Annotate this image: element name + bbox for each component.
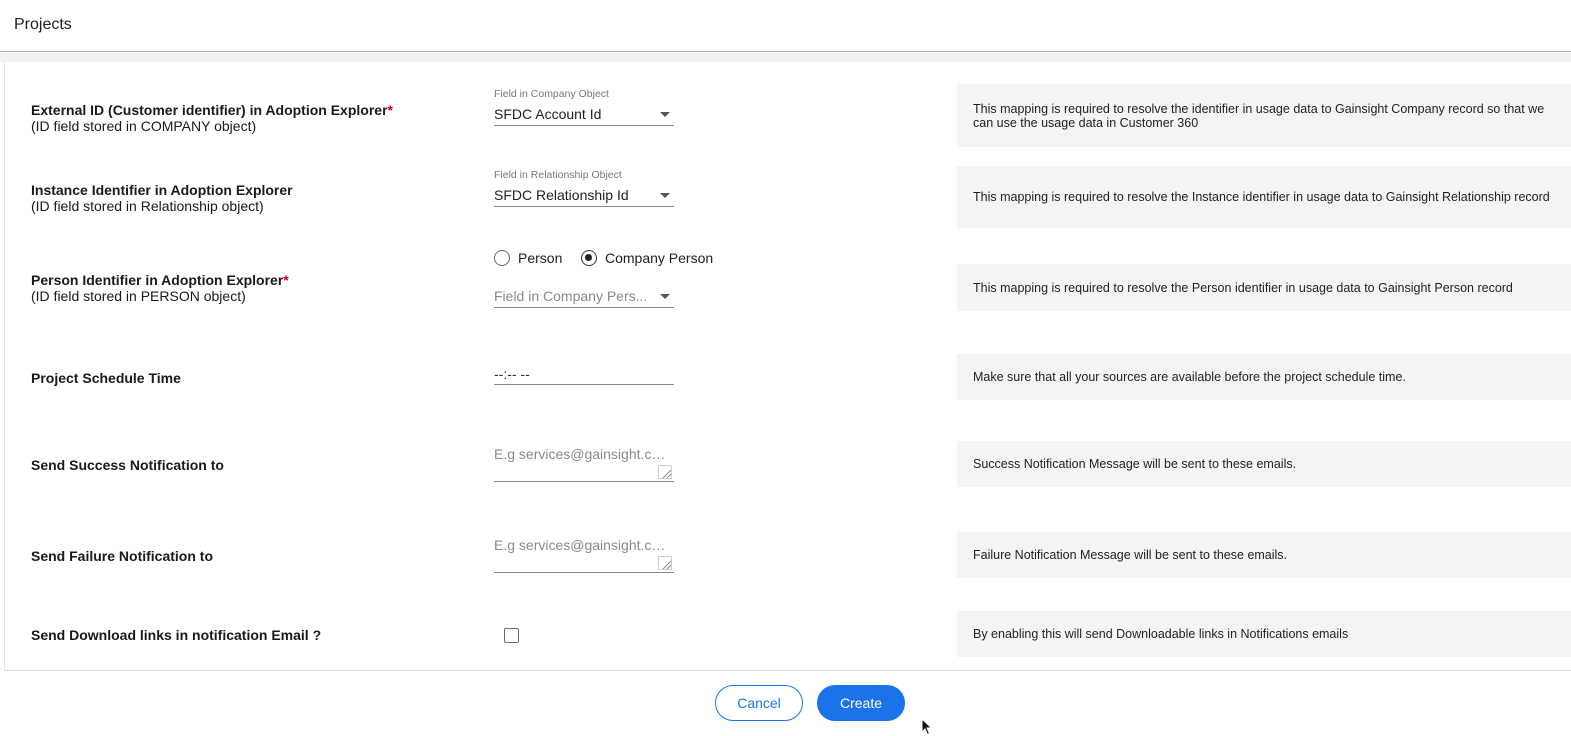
separator-strip	[0, 53, 1571, 62]
success-label-block: Send Success Notification to	[31, 457, 224, 473]
radio-company-person[interactable]: Company Person	[581, 249, 713, 267]
schedule-help: Make sure that all your sources are avai…	[957, 354, 1571, 400]
instance-id-sublabel: (ID field stored in Relationship object)	[31, 198, 264, 214]
external-id-help: This mapping is required to resolve the …	[957, 84, 1571, 147]
radio-company-person-circle[interactable]	[581, 250, 597, 266]
cancel-button[interactable]: Cancel	[715, 685, 803, 721]
radio-person[interactable]: Person	[494, 249, 562, 267]
instance-id-help: This mapping is required to resolve the …	[957, 166, 1571, 228]
chevron-down-icon	[660, 294, 670, 299]
success-email-placeholder: E.g services@gainsight.co...	[494, 446, 670, 462]
success-help: Success Notification Message will be sen…	[957, 441, 1571, 487]
download-links-label-block: Send Download links in notification Emai…	[31, 627, 321, 643]
success-email-textarea[interactable]: E.g services@gainsight.co...	[494, 446, 674, 482]
company-person-field-select[interactable]: Field in Company Pers...	[494, 286, 674, 308]
top-bar: Projects	[0, 0, 1571, 52]
schedule-label-block: Project Schedule Time	[31, 370, 181, 386]
download-links-label: Send Download links in notification Emai…	[31, 627, 322, 643]
schedule-time-input[interactable]: --:-- --	[494, 367, 674, 385]
failure-email-textarea[interactable]: E.g services@gainsight.co...	[494, 537, 674, 573]
project-form: External ID (Customer identifier) in Ado…	[4, 62, 1571, 736]
failure-label-block: Send Failure Notification to	[31, 548, 213, 564]
radio-person-circle[interactable]	[494, 250, 510, 266]
success-label: Send Success Notification to	[31, 457, 224, 473]
resize-handle-icon[interactable]	[658, 465, 672, 479]
company-id-field-value: SFDC Account Id	[494, 106, 602, 122]
failure-email-placeholder: E.g services@gainsight.co...	[494, 537, 670, 553]
company-person-field-placeholder: Field in Company Pers...	[494, 288, 648, 304]
person-id-sublabel: (ID field stored in PERSON object)	[31, 288, 246, 304]
external-id-sublabel: (ID field stored in COMPANY object)	[31, 118, 257, 134]
relationship-field-caption: Field in Relationship Object	[494, 169, 622, 181]
resize-handle-icon[interactable]	[658, 556, 672, 570]
person-id-label: Person Identifier in Adoption Explorer	[31, 272, 284, 288]
relationship-id-field-value: SFDC Relationship Id	[494, 187, 629, 203]
failure-help: Failure Notification Message will be sen…	[957, 532, 1571, 578]
mouse-cursor-icon	[921, 718, 933, 736]
download-links-help: By enabling this will send Downloadable …	[957, 611, 1571, 657]
external-id-label: External ID (Customer identifier) in Ado…	[31, 102, 388, 118]
schedule-label: Project Schedule Time	[31, 370, 181, 386]
failure-label: Send Failure Notification to	[31, 548, 214, 564]
required-mark: *	[387, 102, 393, 118]
form-footer: Cancel Create	[4, 670, 1571, 736]
person-id-help: This mapping is required to resolve the …	[957, 264, 1571, 311]
required-mark: *	[283, 272, 289, 288]
instance-id-label-block: Instance Identifier in Adoption Explorer…	[31, 182, 293, 214]
download-links-checkbox[interactable]	[504, 628, 519, 643]
relationship-id-field-select[interactable]: SFDC Relationship Id	[494, 185, 674, 207]
person-id-label-block: Person Identifier in Adoption Explorer* …	[31, 272, 289, 304]
company-field-caption: Field in Company Object	[494, 88, 609, 100]
chevron-down-icon	[660, 193, 670, 198]
external-id-label-block: External ID (Customer identifier) in Ado…	[31, 102, 393, 134]
radio-company-person-label: Company Person	[605, 250, 714, 266]
chevron-down-icon	[660, 112, 670, 117]
instance-id-label: Instance Identifier in Adoption Explorer	[31, 182, 293, 198]
create-button[interactable]: Create	[817, 685, 905, 721]
page-title: Projects	[14, 16, 72, 33]
radio-person-label: Person	[518, 250, 563, 266]
company-id-field-select[interactable]: SFDC Account Id	[494, 104, 674, 126]
